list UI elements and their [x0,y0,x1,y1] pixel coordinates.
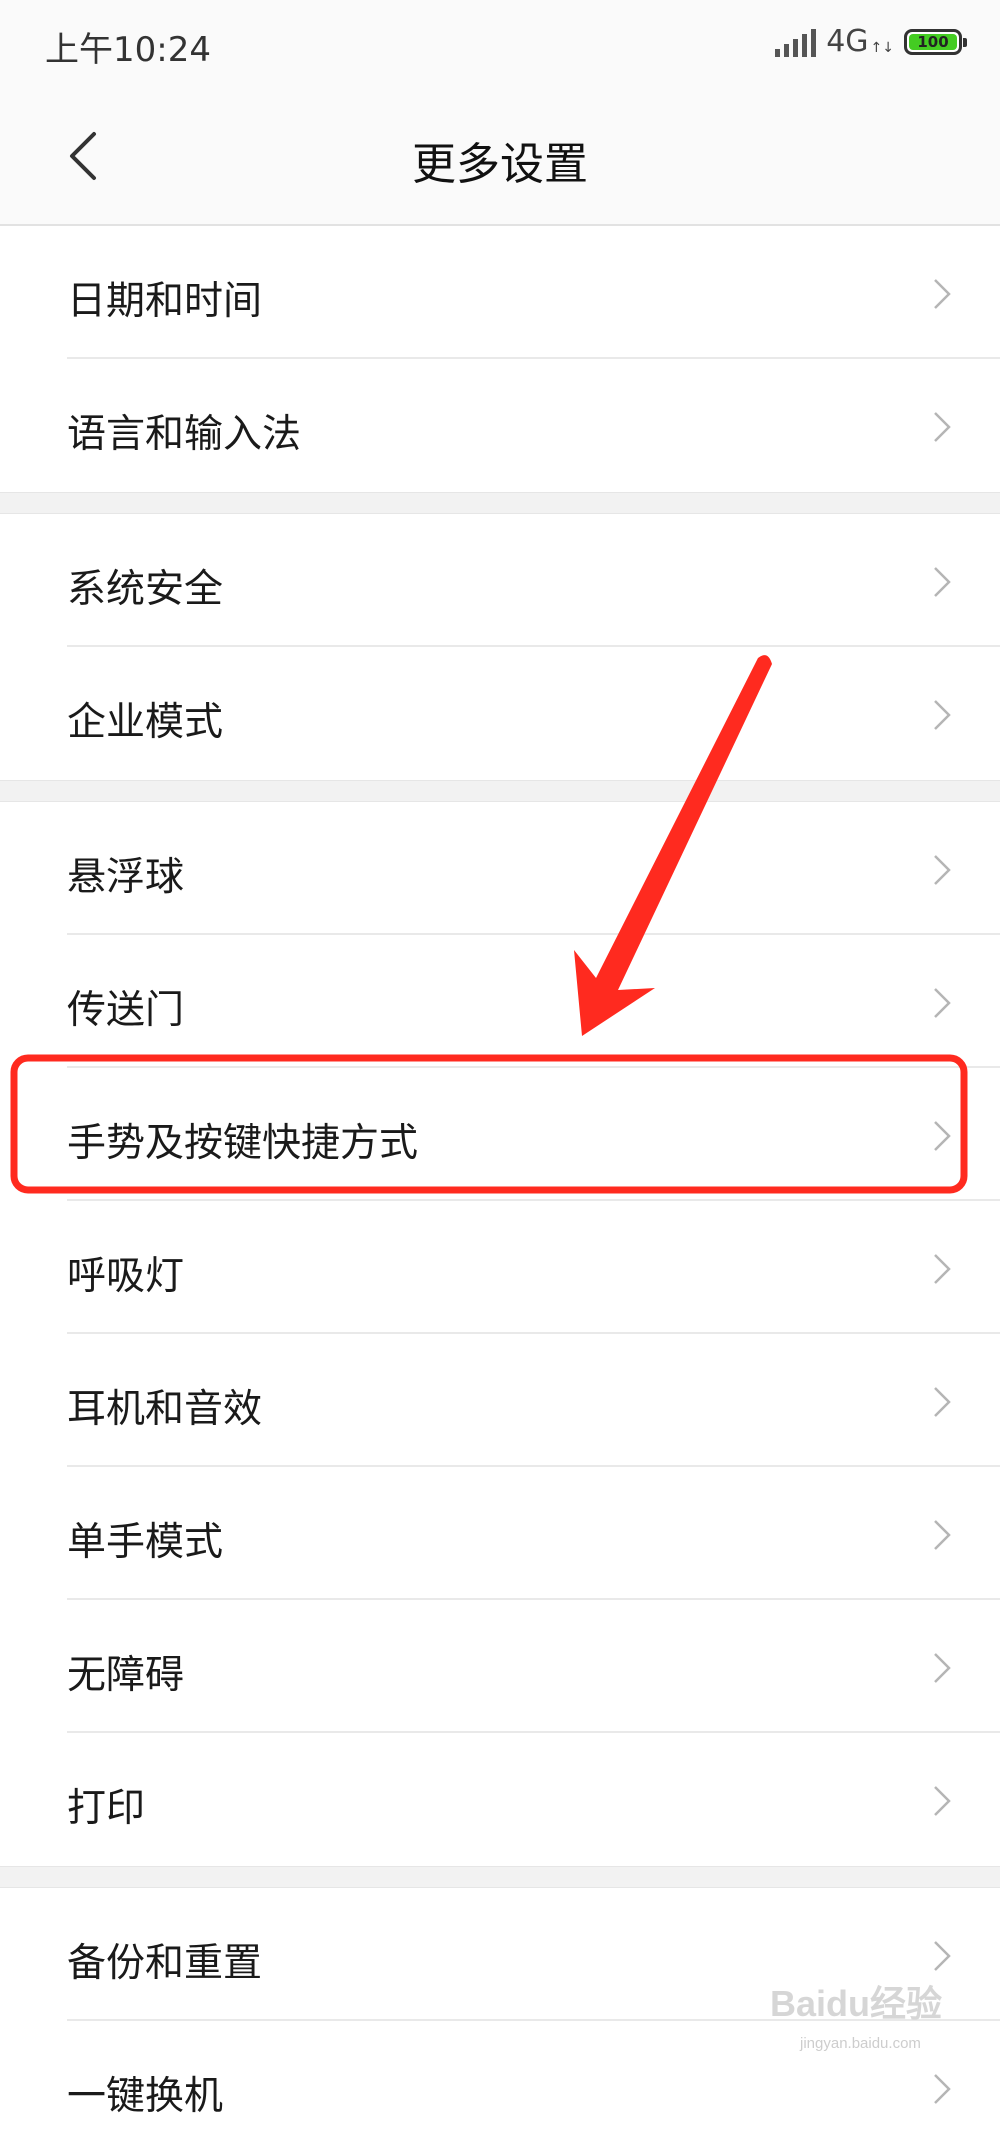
group-separator [0,492,1000,514]
item-label: 备份和重置 [67,1941,263,1986]
group-separator [0,1866,1000,1888]
page-title: 更多设置 [412,139,588,190]
data-arrows-icon: ↑↓ [870,39,894,56]
app-header: 更多设置 [0,90,1000,226]
item-label: 语言和输入法 [67,412,302,457]
status-icons: 4G ↑↓ 100 [775,24,967,59]
item-label: 一键换机 [67,2074,224,2119]
status-bar: 上午10:24 4G ↑↓ 100 [0,0,1000,90]
list-item-system-security[interactable]: 系统安全 [0,514,1000,647]
signal-icon [775,27,817,57]
network-type: 4G [826,24,869,59]
chevron-right-icon [934,1387,951,1417]
chevron-right-icon [934,567,951,597]
list-item-headphones-audio[interactable]: 耳机和音效 [0,1334,1000,1467]
chevron-right-icon [934,1254,951,1284]
item-label: 耳机和音效 [67,1387,263,1432]
chevron-right-icon [934,1121,951,1151]
list-item-floating-ball[interactable]: 悬浮球 [0,802,1000,935]
item-label: 打印 [67,1786,146,1831]
item-label: 无障碍 [67,1653,185,1698]
settings-group-3: 悬浮球 传送门 手势及按键快捷方式 呼吸灯 耳机和音效 单手模式 无障碍 打印 [0,802,1000,1866]
item-label: 系统安全 [67,567,224,612]
item-label: 日期和时间 [67,279,263,324]
chevron-right-icon [934,1520,951,1550]
item-label: 传送门 [67,988,185,1033]
chevron-right-icon [934,700,951,730]
watermark-logo: Baidu经验 [770,1983,943,2024]
chevron-right-icon [934,279,951,309]
list-item-language-input[interactable]: 语言和输入法 [0,359,1000,492]
list-item-date-time[interactable]: 日期和时间 [0,226,1000,359]
chevron-right-icon [934,855,951,885]
settings-group-2: 系统安全 企业模式 [0,514,1000,780]
list-item-gesture-shortcuts[interactable]: 手势及按键快捷方式 [0,1068,1000,1201]
item-label: 手势及按键快捷方式 [67,1121,419,1166]
chevron-right-icon [934,1941,951,1971]
list-item-enterprise-mode[interactable]: 企业模式 [0,647,1000,780]
chevron-right-icon [934,412,951,442]
battery-level: 100 [917,32,949,51]
chevron-right-icon [934,988,951,1018]
list-item-accessibility[interactable]: 无障碍 [0,1600,1000,1733]
group-separator [0,780,1000,802]
item-label: 呼吸灯 [67,1254,185,1299]
list-item-breathing-light[interactable]: 呼吸灯 [0,1201,1000,1334]
chevron-right-icon [934,1786,951,1816]
settings-group-1: 日期和时间 语言和输入法 [0,226,1000,492]
list-item-one-hand-mode[interactable]: 单手模式 [0,1467,1000,1600]
list-item-portal[interactable]: 传送门 [0,935,1000,1068]
chevron-right-icon [934,2074,951,2104]
chevron-right-icon [934,1653,951,1683]
list-item-print[interactable]: 打印 [0,1733,1000,1866]
watermark-url: jingyan.baidu.com [800,2035,921,2052]
item-label: 单手模式 [67,1520,224,1565]
status-time: 上午10:24 [45,30,211,70]
item-label: 悬浮球 [67,855,185,900]
item-label: 企业模式 [67,700,224,745]
battery-icon: 100 [904,28,967,55]
